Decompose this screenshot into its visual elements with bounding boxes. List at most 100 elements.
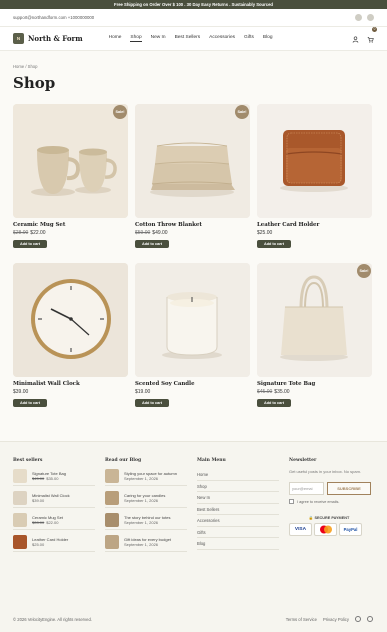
privacy-link[interactable]: Privacy Policy xyxy=(323,617,349,622)
footer-link-blog[interactable]: Blog xyxy=(197,538,279,550)
product-name[interactable]: Leather Card Holder xyxy=(257,222,372,228)
footer-main-menu: Main Menu Home Shop New In Best Sellers … xyxy=(197,458,279,550)
product-thumbnail xyxy=(13,468,27,483)
nav-shop[interactable]: Shop xyxy=(130,35,142,42)
cart-icon[interactable]: 0 xyxy=(367,26,377,48)
post-date: September 1, 2026 xyxy=(124,519,159,525)
logo-mark: N xyxy=(13,33,24,44)
announcement-bar: Free Shipping on Order Over $ 100 . 30 D… xyxy=(0,0,387,9)
site-logo[interactable]: N North & Form xyxy=(13,33,83,44)
product-image-blanket[interactable]: Sale! xyxy=(135,104,250,218)
brand-name: North & Form xyxy=(28,34,83,43)
cart-count-badge: 0 xyxy=(372,26,377,32)
footer-bottom-bar: © 2026 VelocityEngine. All rights reserv… xyxy=(13,616,373,622)
add-to-cart-button[interactable]: Add to cart xyxy=(13,240,47,248)
footer-link-best-sellers[interactable]: Best Sellers xyxy=(197,504,279,515)
list-item[interactable]: Signature Tote Bag $45.00 $35.00 xyxy=(13,468,95,486)
product-price: $59.00 $49.00 xyxy=(135,230,168,236)
footer-link-gifts[interactable]: Gifts xyxy=(197,527,279,538)
product-thumbnail xyxy=(13,534,27,549)
nav-best-sellers[interactable]: Best Sellers xyxy=(175,35,201,42)
blog-post[interactable]: The story behind our totes September 1, … xyxy=(105,512,187,530)
product-card: Sale! Signature Tote Bag $45.00 $35.00 Ad… xyxy=(257,263,372,415)
checkbox-icon[interactable] xyxy=(289,499,294,504)
footer-newsletter: Newsletter Get useful posts in your inbo… xyxy=(289,458,375,536)
instagram-icon[interactable] xyxy=(367,14,374,21)
product-card: Sale! Ceramic Mug Set $28.00 $22.00 Add t… xyxy=(13,104,128,256)
product-card: Sale! Cotton Throw Blanket $59.00 $49.00 … xyxy=(135,104,250,256)
paypal-icon: PayPal xyxy=(339,523,362,536)
nav-new-in[interactable]: New In xyxy=(151,35,166,42)
footer-blog: Read our Blog Styling your space for aut… xyxy=(105,458,187,557)
product-card: Leather Card Holder $25.00 Add to cart xyxy=(257,104,372,256)
blog-post[interactable]: Caring for your candles September 1, 202… xyxy=(105,490,187,508)
email-input[interactable]: your@emai xyxy=(289,482,324,495)
blog-post[interactable]: Gift ideas for every budget September 1,… xyxy=(105,534,187,552)
secure-payment-label: 🔒 SECURE PAYMENT xyxy=(308,516,350,520)
sale-badge: Sale! xyxy=(357,264,371,278)
facebook-icon[interactable] xyxy=(355,616,361,622)
footer-best-sellers: Best sellers Signature Tote Bag $45.00 $3… xyxy=(13,458,95,557)
main-nav: Home Shop New In Best Sellers Accessorie… xyxy=(109,35,273,42)
product-name[interactable]: Scented Soy Candle xyxy=(135,381,250,387)
product-image-mugs[interactable]: Sale! xyxy=(13,104,128,218)
product-thumbnail xyxy=(13,490,27,505)
footer-heading: Main Menu xyxy=(197,458,226,463)
footer-heading: Newsletter xyxy=(289,458,317,463)
post-title: Caring for your candles xyxy=(124,492,166,498)
product-image-card-holder[interactable] xyxy=(257,104,372,218)
product-card: Scented Soy Candle $19.00 Add to cart xyxy=(135,263,250,415)
product-name[interactable]: Signature Tote Bag xyxy=(257,381,372,387)
product-price: $28.00 $22.00 xyxy=(13,230,46,236)
add-to-cart-button[interactable]: Add to cart xyxy=(135,240,169,248)
consent-checkbox[interactable]: I agree to receive emails. xyxy=(289,499,375,504)
add-to-cart-button[interactable]: Add to cart xyxy=(13,399,47,407)
item-price: $28.00 $22.00 xyxy=(32,519,59,525)
footer-link-new-in[interactable]: New In xyxy=(197,492,279,504)
product-price: $19.00 xyxy=(135,389,151,395)
post-date: September 1, 2026 xyxy=(124,541,159,547)
account-icon[interactable] xyxy=(352,30,359,48)
item-price: $45.00 $35.00 xyxy=(32,475,59,481)
utility-bar: support@northandform.com +1000000000 xyxy=(0,9,387,27)
product-price: $39.00 xyxy=(13,389,29,395)
sale-badge: Sale! xyxy=(113,105,127,119)
product-image-tote-bag[interactable]: Sale! xyxy=(257,263,372,377)
nav-accessories[interactable]: Accessories xyxy=(209,35,235,42)
facebook-icon[interactable] xyxy=(355,14,362,21)
payment-methods: VISA PayPal xyxy=(289,523,375,536)
copyright: © 2026 VelocityEngine. All rights reserv… xyxy=(13,616,92,622)
add-to-cart-button[interactable]: Add to cart xyxy=(257,399,291,407)
nav-blog[interactable]: Blog xyxy=(263,35,273,42)
mastercard-icon xyxy=(314,523,337,536)
blog-post[interactable]: Styling your space for autumn September … xyxy=(105,468,187,486)
instagram-icon[interactable] xyxy=(367,616,373,622)
product-thumbnail xyxy=(13,512,27,527)
nav-gifts[interactable]: Gifts xyxy=(244,35,254,42)
product-image-wall-clock[interactable] xyxy=(13,263,128,377)
add-to-cart-button[interactable]: Add to cart xyxy=(135,399,169,407)
post-date: September 1, 2026 xyxy=(124,475,159,481)
contact-info: support@northandform.com +1000000000 xyxy=(13,15,95,20)
product-image-candle[interactable] xyxy=(135,263,250,377)
product-name[interactable]: Cotton Throw Blanket xyxy=(135,222,250,228)
terms-link[interactable]: Terms of Service xyxy=(286,617,317,622)
footer-link-shop[interactable]: Shop xyxy=(197,481,279,492)
breadcrumb: Home / Shop xyxy=(13,64,38,69)
nav-home[interactable]: Home xyxy=(109,35,122,42)
post-thumbnail xyxy=(105,534,119,549)
add-to-cart-button[interactable]: Add to cart xyxy=(257,240,291,248)
list-item[interactable]: Ceramic Mug Set $28.00 $22.00 xyxy=(13,512,95,530)
product-price: $45.00 $35.00 xyxy=(257,389,290,395)
item-price: $39.00 xyxy=(32,497,45,503)
product-name[interactable]: Ceramic Mug Set xyxy=(13,222,128,228)
list-item[interactable]: Minimalist Wall Clock $39.00 xyxy=(13,490,95,508)
newsletter-text: Get useful posts in your inbox. No spam. xyxy=(289,469,362,474)
footer-link-home[interactable]: Home xyxy=(197,469,279,481)
product-name[interactable]: Minimalist Wall Clock xyxy=(13,381,128,387)
product-price: $25.00 xyxy=(257,230,273,236)
list-item[interactable]: Leather Card Holder $25.00 xyxy=(13,534,95,552)
post-title: Styling your space for autumn xyxy=(124,470,177,476)
footer-link-accessories[interactable]: Accessories xyxy=(197,515,279,527)
subscribe-button[interactable]: SUBSCRIBE xyxy=(327,482,371,495)
